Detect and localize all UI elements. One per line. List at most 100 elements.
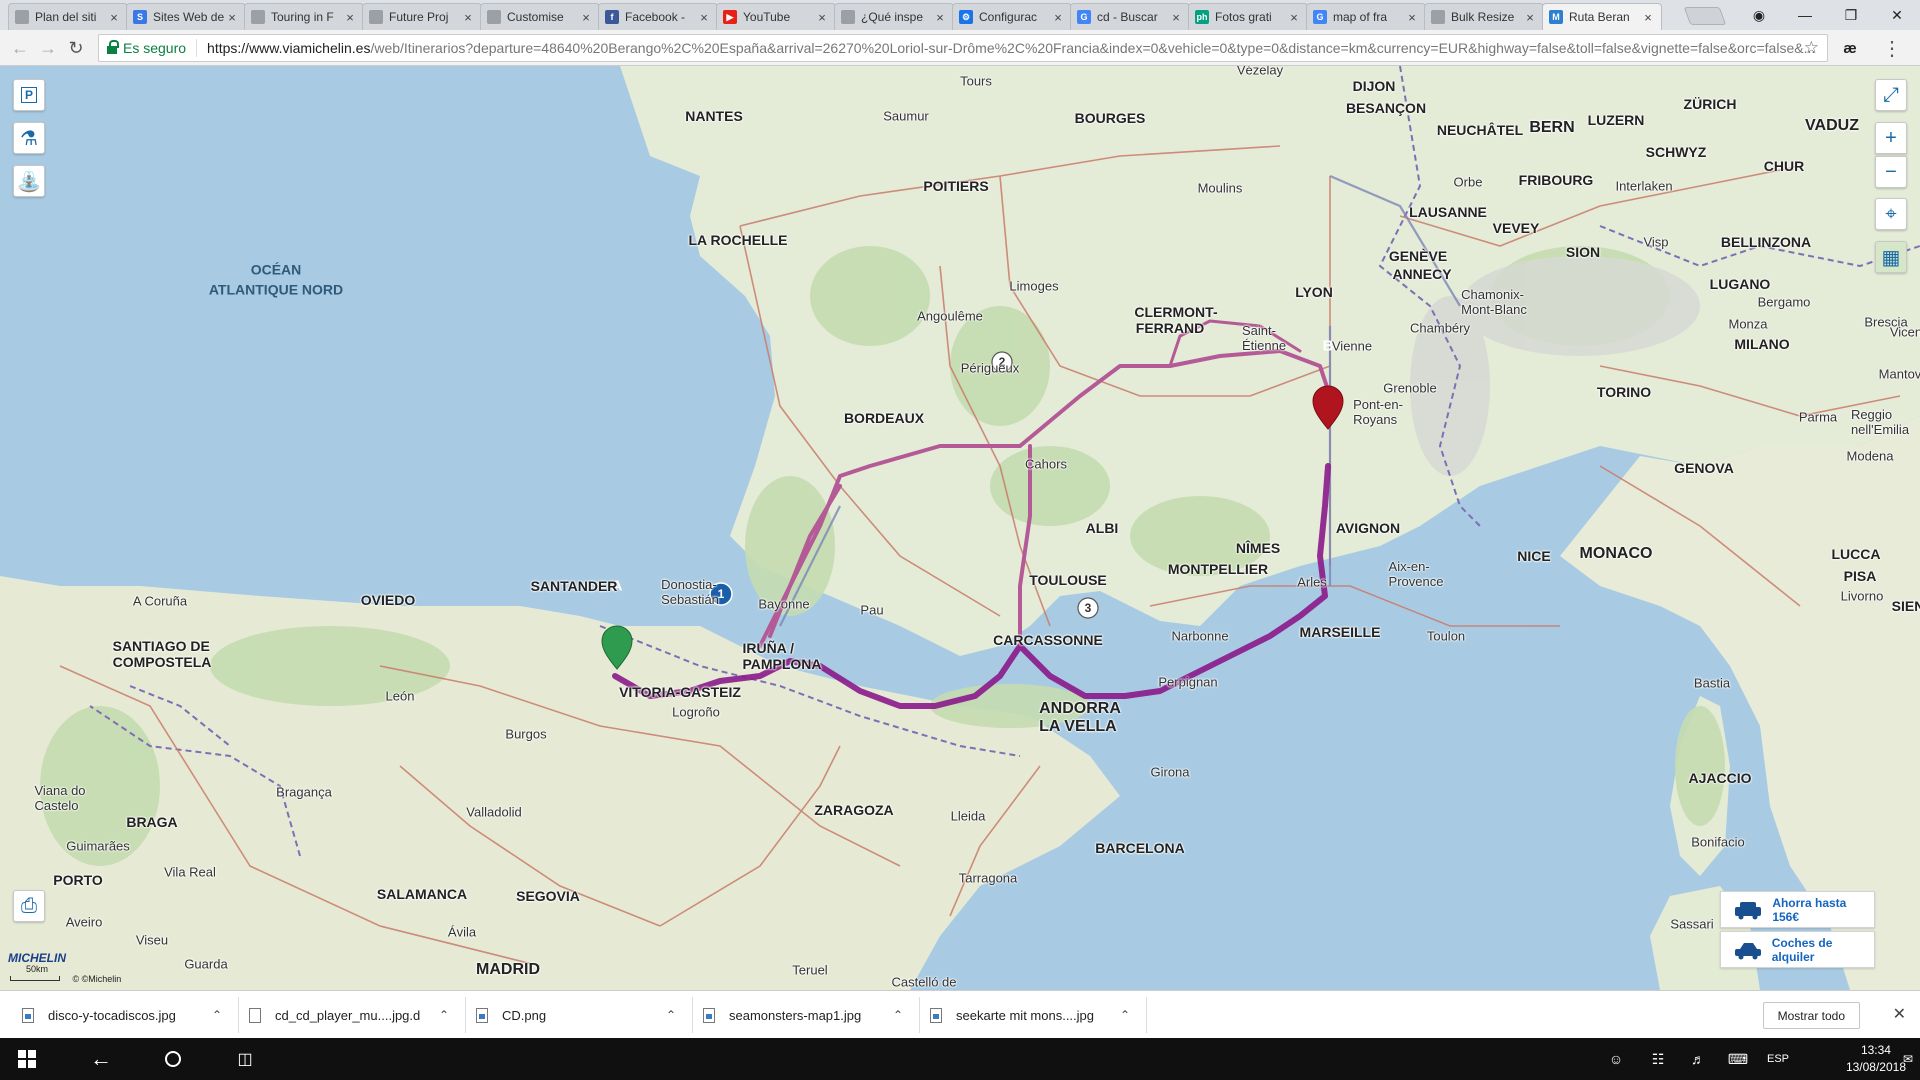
tab-12[interactable]: Bulk Resize × [1424,3,1544,30]
tab-13[interactable]: M Ruta Beran × [1542,3,1662,30]
download-item[interactable]: seamonsters-map1.jpg ⌃ [693,997,920,1033]
tab-10[interactable]: ph Fotos grati × [1188,3,1308,30]
system-clock[interactable]: 13:34 13/08/2018 [1846,1042,1906,1076]
back-arrow-icon[interactable]: ← [74,1038,128,1080]
chevron-up-icon[interactable]: ⌃ [666,1008,676,1022]
close-tab-icon[interactable]: × [933,10,947,25]
fullscreen-icon[interactable]: ⤢ [1875,79,1907,111]
city-braga: BRAGA [126,814,178,830]
security-indicator[interactable]: Es seguro [99,39,198,57]
parking-icon[interactable]: P [13,79,45,111]
keyboard-icon[interactable]: ⌨ [1720,1038,1756,1080]
close-tab-icon[interactable]: × [107,10,121,25]
download-item[interactable]: CD.png ⌃ [466,997,693,1033]
tab-11[interactable]: Gmap of fra × [1306,3,1426,30]
city-toulon: Toulon [1426,628,1466,644]
network-icon[interactable]: ☷ [1640,1038,1676,1080]
savings-button[interactable]: Ahorra hasta 156€ [1720,891,1875,928]
start-button[interactable] [0,1038,54,1080]
city-dijon: DIJON [1352,78,1396,94]
notifications-icon[interactable]: ✉ [1898,1038,1918,1080]
close-tab-icon[interactable]: × [1641,10,1655,25]
city-bastia: Bastia [1693,675,1731,691]
maximize-button[interactable]: ❐ [1828,0,1874,30]
city-tours: Tours [960,73,992,89]
close-shelf-icon[interactable]: ✕ [1893,1004,1906,1024]
city-modena: Modena [1846,448,1894,464]
tab-2[interactable]: Touring in F × [244,3,364,30]
chevron-up-icon[interactable]: ⌃ [893,1008,903,1022]
city-salamanca: SALAMANCA [376,886,468,902]
new-tab-button[interactable] [1683,7,1727,25]
city-monza: Monza [1728,316,1768,332]
close-tab-icon[interactable]: × [225,10,239,25]
scale-label: 50km [26,964,49,974]
tab-9[interactable]: Gcd - Buscar × [1070,3,1190,30]
route-map[interactable]: A B 1 2 3 OCÉAN ATLANTIQUE NORD NANTES T… [0,66,1920,990]
close-tab-icon[interactable]: × [461,10,475,25]
extension-icon[interactable]: æ [1838,36,1862,60]
show-all-downloads-button[interactable]: Mostrar todo [1762,1002,1860,1029]
back-button[interactable]: ← [8,36,32,60]
profile-icon[interactable]: ◉ [1736,0,1782,30]
step-3-label[interactable]: 3 [1085,601,1092,615]
close-tab-icon[interactable]: × [343,10,357,25]
city-bergamo: Bergamo [1757,294,1811,310]
zoom-in-button[interactable]: + [1875,122,1907,154]
tab-title: Plan del siti [35,10,97,24]
download-item[interactable]: seekarte mit mons....jpg ⌃ [920,997,1147,1033]
clock-date: 13/08/2018 [1845,1060,1906,1074]
menu-icon[interactable]: ⋮ [1880,36,1904,60]
city-limoges: Limoges [1009,278,1059,294]
language-indicator[interactable]: ESP [1760,1038,1796,1080]
tab-4[interactable]: Customise × [480,3,600,30]
chevron-up-icon[interactable]: ⌃ [212,1008,222,1022]
chevron-up-icon[interactable]: ⌃ [439,1008,449,1022]
minimize-button[interactable]: — [1782,0,1828,30]
car-rental-button[interactable]: Coches de alquiler [1720,931,1875,968]
cortana-icon[interactable] [146,1038,200,1080]
tab-3[interactable]: Future Proj × [362,3,482,30]
close-tab-icon[interactable]: × [1051,10,1065,25]
close-tab-icon[interactable]: × [579,10,593,25]
tab-1[interactable]: S Sites Web de × [126,3,246,30]
fuel-station-icon[interactable]: ⛲ [13,165,45,197]
download-item[interactable]: disco-y-tocadiscos.jpg ⌃ [12,997,239,1033]
close-tab-icon[interactable]: × [1287,10,1301,25]
tab-6[interactable]: ▶ YouTube × [716,3,836,30]
close-tab-icon[interactable]: × [1523,10,1537,25]
tab-8[interactable]: ⚙ Configurac × [952,3,1072,30]
close-tab-icon[interactable]: × [1405,10,1419,25]
close-tab-icon[interactable]: × [1169,10,1183,25]
task-view-icon[interactable]: ◫ [218,1038,272,1080]
volume-icon[interactable]: ♬ [1680,1038,1716,1080]
city-poitiers: POITIERS [923,178,989,194]
zoom-out-button[interactable]: − [1875,156,1907,188]
close-window-button[interactable]: ✕ [1874,0,1920,30]
city-vitoria: VITORIA-GASTEIZ [619,684,741,700]
city-tarragona: Tarragona [958,870,1018,886]
chevron-up-icon[interactable]: ⌃ [1120,1008,1130,1022]
city-oviedo: OVIEDO [360,592,416,608]
url-text[interactable]: https://www.viamichelin.es/web/Itinerari… [197,40,1827,56]
locate-me-icon[interactable]: ⌖ [1875,198,1907,230]
city-chamonix: Chamonix- Mont-Blanc [1461,287,1527,317]
close-tab-icon[interactable]: × [815,10,829,25]
city-clermont-2: FERRAND [1135,320,1205,336]
traffic-icon[interactable]: ⚗ [13,122,45,154]
secure-label: Es seguro [123,40,187,56]
print-icon[interactable]: ⎙ [13,890,45,922]
close-tab-icon[interactable]: × [697,10,711,25]
people-icon[interactable]: ☺ [1596,1038,1636,1080]
tab-7[interactable]: ¿Qué inspe × [834,3,954,30]
google-icon: G [1313,10,1327,24]
tab-0[interactable]: Plan del siti × [8,3,128,30]
forward-button[interactable]: → [36,36,60,60]
tab-title: Configurac [979,10,1038,24]
tab-5[interactable]: f Facebook - × [598,3,718,30]
bookmark-star-icon[interactable]: ☆ [1804,38,1819,58]
address-bar[interactable]: Es seguro https://www.viamichelin.es/web… [98,34,1828,62]
reload-button[interactable]: ↻ [64,36,88,60]
download-item[interactable]: cd_cd_player_mu....jpg.d ⌃ [239,997,466,1033]
map-layer-icon[interactable]: ▦ [1875,241,1907,273]
